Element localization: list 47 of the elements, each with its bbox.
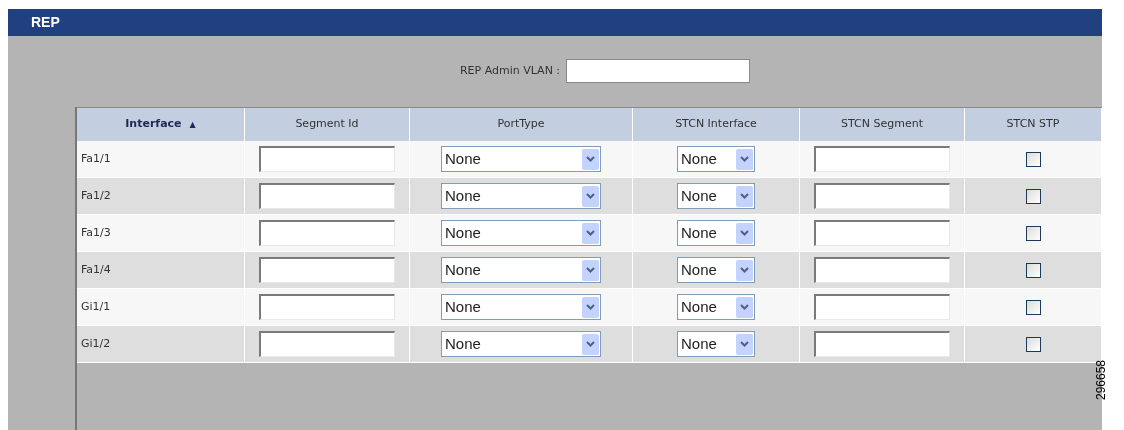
column-header[interactable]: STCN Interface [675, 116, 757, 133]
column-header[interactable]: PortType [497, 116, 545, 133]
dropdown[interactable]: None [677, 331, 755, 357]
checkbox[interactable] [1025, 299, 1041, 315]
input-field[interactable] [814, 294, 950, 320]
dropdown[interactable]: None [441, 257, 601, 283]
interface-name: Fa1/2 [81, 187, 111, 204]
dropdown[interactable]: None [677, 220, 755, 246]
column-header[interactable]: STCN STP [1006, 116, 1060, 133]
input-field[interactable] [814, 331, 950, 357]
interface-name: Fa1/4 [81, 261, 111, 278]
dropdown[interactable]: None [441, 331, 601, 357]
dropdown[interactable]: None [441, 220, 601, 246]
input-field[interactable] [814, 220, 950, 246]
dropdown[interactable]: None [677, 146, 755, 172]
checkbox[interactable] [1025, 336, 1041, 352]
column-header[interactable]: Segment Id [295, 116, 359, 133]
checkbox[interactable] [1025, 262, 1041, 278]
input-field[interactable] [259, 220, 395, 246]
dropdown[interactable]: None [441, 294, 601, 320]
interface-name: Fa1/1 [81, 150, 111, 167]
interface-name: Gi1/1 [81, 298, 111, 315]
dropdown[interactable]: None [441, 146, 601, 172]
input-field[interactable] [814, 183, 950, 209]
column-header[interactable]: Interface [125, 116, 182, 133]
interface-name: Gi1/2 [81, 335, 111, 352]
checkbox[interactable] [1025, 188, 1041, 204]
column-header[interactable]: STCN Segment [841, 116, 923, 133]
input-field[interactable] [259, 294, 395, 320]
interface-name: Fa1/3 [81, 224, 111, 241]
dropdown[interactable]: None [677, 257, 755, 283]
input-field[interactable] [259, 257, 395, 283]
input-field[interactable] [259, 331, 395, 357]
checkbox[interactable] [1025, 151, 1041, 167]
input-field[interactable] [259, 183, 395, 209]
dropdown[interactable]: None [677, 294, 755, 320]
input-field[interactable] [259, 146, 395, 172]
dropdown[interactable]: None [441, 183, 601, 209]
admin-vlan-field[interactable] [566, 59, 751, 83]
figure-number: 296658 [1093, 359, 1109, 400]
input-field[interactable] [814, 257, 950, 283]
sort-ascending-icon[interactable]: ▲ [189, 118, 196, 131]
checkbox[interactable] [1025, 225, 1041, 241]
admin-vlan-label: REP Admin VLAN : [459, 62, 561, 79]
header-title: REP [31, 13, 60, 32]
input-field[interactable] [814, 146, 950, 172]
dropdown[interactable]: None [677, 183, 755, 209]
